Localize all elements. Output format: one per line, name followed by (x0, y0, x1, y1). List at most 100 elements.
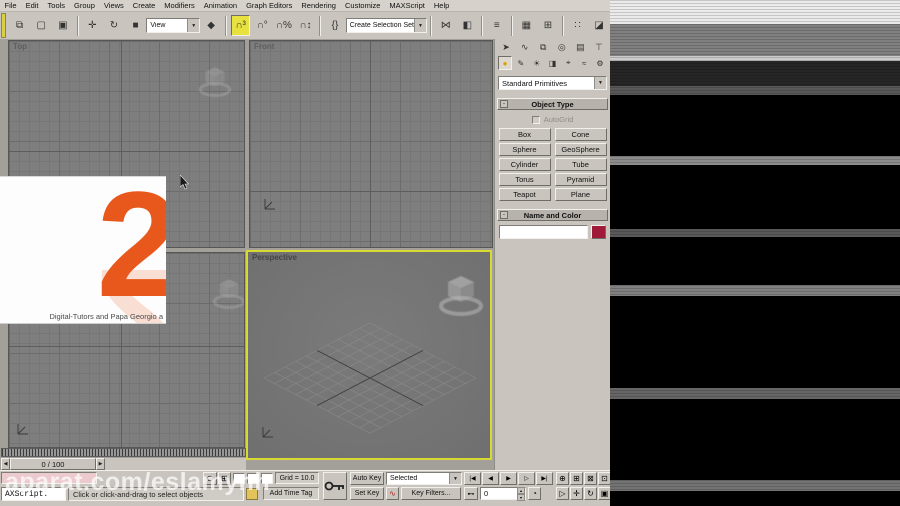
menu-rendering[interactable]: Rendering (297, 1, 341, 10)
cone-button[interactable]: Cone (554, 128, 607, 141)
collapse-icon[interactable]: - (500, 211, 508, 219)
select-and-move-icon[interactable]: ✛ (82, 15, 103, 36)
display-tab-icon[interactable]: ▤ (572, 40, 588, 54)
primitive-category-dropdown[interactable]: Standard Primitives ▼ (498, 76, 607, 90)
zoom-extents-icon[interactable]: ⊠ (584, 472, 597, 485)
field-of-view-icon[interactable]: ▷ (556, 487, 569, 500)
set-keys-button[interactable] (323, 472, 347, 500)
menu-maxscript[interactable]: MAXScript (385, 1, 429, 10)
next-frame-arrow[interactable]: ▶ (96, 458, 105, 470)
frame-number-field[interactable]: 0 ▴ ▾ (480, 486, 526, 501)
coord-y-field[interactable] (247, 473, 259, 484)
zoom-all-icon[interactable]: ⊞ (570, 472, 583, 485)
modify-tab-icon[interactable]: ∿ (517, 40, 533, 54)
prompt-help-icon[interactable] (246, 488, 258, 500)
select-and-manipulate-icon[interactable]: ◆ (201, 15, 221, 36)
geosphere-button[interactable]: GeoSphere (554, 143, 607, 156)
object-name-field[interactable] (499, 225, 588, 239)
cameras-icon[interactable]: ◨ (545, 56, 559, 70)
zoom-icon[interactable]: ⊕ (556, 472, 569, 485)
time-configuration-button[interactable]: ◔ (528, 487, 541, 500)
systems-icon[interactable]: ⚙ (593, 56, 607, 70)
bind-to-space-warp-icon[interactable]: ▣ (53, 15, 73, 36)
menu-graph-editors[interactable]: Graph Editors (242, 1, 297, 10)
pyramid-button[interactable]: Pyramid (554, 173, 607, 186)
viewport-front-label[interactable]: Front (254, 42, 274, 51)
menu-tools[interactable]: Tools (43, 1, 70, 10)
spinner-up-icon[interactable]: ▴ (517, 486, 525, 494)
selection-lock-toggle[interactable]: ⊙ (203, 472, 217, 485)
sphere-button[interactable]: Sphere (498, 143, 551, 156)
select-and-scale-icon[interactable]: ■ (125, 15, 146, 36)
mirror-icon[interactable]: ⋈ (435, 15, 456, 36)
teapot-button[interactable]: Teapot (498, 188, 551, 201)
key-filters-button[interactable]: Key Filters... (401, 487, 461, 500)
menu-edit[interactable]: Edit (21, 1, 43, 10)
snaps-toggle-icon[interactable]: ∩³ (230, 15, 251, 36)
menu-customize[interactable]: Customize (340, 1, 384, 10)
spinner-down-icon[interactable]: ▾ (517, 493, 525, 501)
box-button[interactable]: Box (498, 128, 551, 141)
go-to-start-button[interactable]: |◀ (464, 472, 481, 485)
animate-selection-dropdown[interactable]: Selected ▼ (386, 472, 462, 485)
menu-views[interactable]: Views (99, 1, 128, 10)
chevron-down-icon[interactable]: ▼ (413, 19, 426, 32)
toolbar-dock-handle[interactable] (1, 13, 6, 38)
collapse-icon[interactable]: - (500, 100, 508, 108)
layer-manager-icon[interactable]: ≡ (487, 15, 507, 36)
named-selection-set-dropdown[interactable]: Create Selection Set ▼ (345, 18, 427, 33)
pan-view-icon[interactable]: ✛ (570, 487, 583, 500)
coord-x-field[interactable] (233, 473, 245, 484)
add-time-tag-button[interactable]: Add Time Tag (263, 487, 319, 500)
plane-button[interactable]: Plane (554, 188, 607, 201)
arc-rotate-icon[interactable]: ↻ (584, 487, 597, 500)
cylinder-button[interactable]: Cylinder (498, 158, 551, 171)
percent-snap-icon[interactable]: ∩% (274, 15, 294, 36)
unlink-selection-icon[interactable]: ▢ (31, 15, 51, 36)
next-frame-button[interactable]: ▷ (518, 472, 535, 485)
lights-icon[interactable]: ☀ (530, 56, 544, 70)
chevron-down-icon[interactable]: ▼ (187, 19, 200, 32)
align-icon[interactable]: ◧ (457, 15, 478, 36)
play-button[interactable]: ▶ (500, 472, 517, 485)
motion-tab-icon[interactable]: ◎ (554, 40, 570, 54)
material-editor-icon[interactable]: ∷ (567, 15, 588, 36)
autogrid-checkbox[interactable] (531, 115, 540, 124)
torus-button[interactable]: Torus (498, 173, 551, 186)
viewport-front[interactable]: Front (249, 40, 493, 248)
coord-z-field[interactable] (261, 473, 273, 484)
menu-help[interactable]: Help (429, 1, 453, 10)
track-bar[interactable] (1, 448, 246, 457)
tube-button[interactable]: Tube (554, 158, 607, 171)
hierarchy-tab-icon[interactable]: ⧉ (535, 40, 551, 54)
shapes-icon[interactable]: ✎ (514, 56, 528, 70)
named-selection-sets-icon[interactable]: {} (325, 15, 345, 36)
object-type-rollout-header[interactable]: - Object Type (497, 98, 608, 110)
maxscript-mini-listener[interactable]: AXScript. (1, 487, 66, 501)
chevron-down-icon[interactable]: ▼ (449, 473, 461, 484)
menu-modifiers[interactable]: Modifiers (160, 1, 199, 10)
time-slider-handle[interactable]: 0 / 100 (10, 458, 96, 470)
viewport-perspective-active[interactable]: Perspective (246, 250, 492, 460)
spinner-snap-icon[interactable]: ∩↕ (295, 15, 316, 36)
render-setup-icon[interactable]: ◪ (589, 15, 609, 36)
name-and-color-rollout-header[interactable]: - Name and Color (497, 209, 608, 221)
schematic-view-icon[interactable]: ⊞ (538, 15, 558, 36)
go-to-end-button[interactable]: ▶| (536, 472, 553, 485)
select-and-link-icon[interactable]: ⧉ (9, 15, 30, 36)
transform-type-in-toggle[interactable]: ⊞ (218, 472, 231, 485)
select-and-rotate-icon[interactable]: ↻ (104, 15, 124, 36)
menu-animation[interactable]: Animation (199, 1, 241, 10)
utilities-tab-icon[interactable]: ⊤ (591, 40, 607, 54)
chevron-down-icon[interactable]: ▼ (594, 77, 606, 89)
space-warps-icon[interactable]: ≈ (577, 56, 591, 70)
key-mode-toggle[interactable]: ⊷ (464, 487, 478, 500)
menu-create[interactable]: Create (128, 1, 160, 10)
object-color-swatch[interactable] (591, 225, 606, 239)
viewport-top-label[interactable]: Top (13, 42, 27, 51)
min-max-toggle-icon[interactable]: ▣ (598, 487, 610, 500)
curve-editor-icon[interactable]: ▦ (516, 15, 537, 36)
auto-key-button[interactable]: Auto Key (350, 472, 384, 485)
geometry-icon[interactable]: ● (498, 56, 512, 70)
set-key-button[interactable]: Set Key (350, 487, 384, 500)
